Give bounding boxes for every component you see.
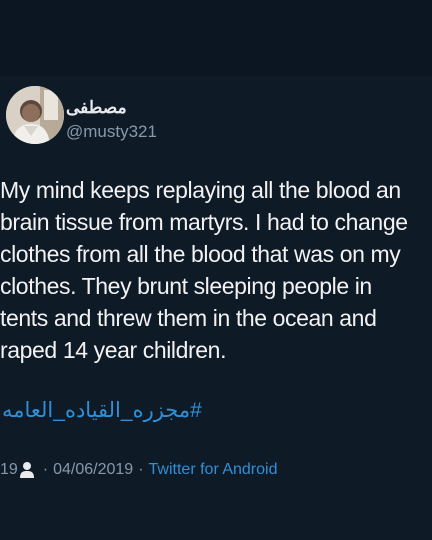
- meta-separator: ·: [42, 461, 49, 478]
- screenshot-frame: مصطفى @musty321 My mind keeps replaying …: [0, 0, 432, 540]
- hashtag-link[interactable]: #مجزره_القياده_العامه: [2, 398, 202, 423]
- tweet-card: مصطفى @musty321 My mind keeps replaying …: [0, 76, 432, 540]
- user-handle[interactable]: @musty321: [66, 122, 157, 142]
- person-icon: [19, 461, 35, 479]
- tweet-text-line: brain tissue from martyrs. I had to chan…: [0, 209, 408, 235]
- tweet-date[interactable]: 04/06/2019: [53, 461, 133, 479]
- display-name[interactable]: مصطفى: [66, 98, 127, 118]
- avatar[interactable]: [6, 86, 64, 144]
- tweet-text-line: My mind keeps replaying all the blood an: [0, 177, 401, 203]
- tweet-text-line: clothes from all the blood that was on m…: [0, 241, 401, 267]
- tweet-text-line: clothes. They brunt sleeping people in: [0, 273, 372, 299]
- tweet-source-link[interactable]: Twitter for Android: [149, 461, 278, 479]
- tweet-text-line: tents and threw them in the ocean and: [0, 305, 377, 331]
- tweet-text-line: raped 14 year children.: [0, 337, 227, 363]
- meta-count: 19: [0, 461, 18, 478]
- tweet-meta: 19 · 04/06/2019 · Twitter for Android: [0, 459, 277, 481]
- tweet-text: My mind keeps replaying all the blood an…: [0, 174, 432, 366]
- tweet-header: مصطفى @musty321: [6, 86, 426, 146]
- meta-separator: ·: [138, 461, 144, 478]
- avatar-photo-icon: [6, 86, 64, 144]
